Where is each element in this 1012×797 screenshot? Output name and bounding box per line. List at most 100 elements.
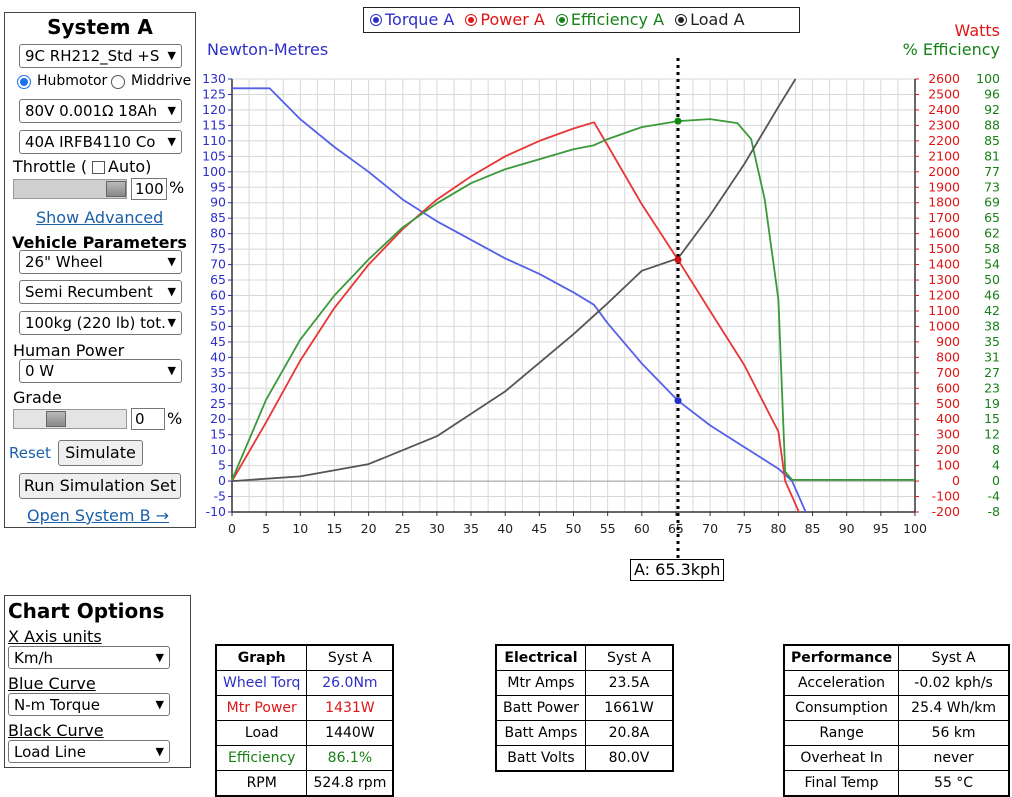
table-row: RPM 524.8 rpm (215, 770, 394, 797)
y-tick-label-left: 85 (210, 210, 226, 225)
y-tick-label-watts: 1100 (928, 303, 960, 318)
y-tick-label-watts: 2100 (928, 148, 960, 163)
x-tick-label: 90 (839, 521, 855, 536)
table-header-row: Electrical Syst A (495, 644, 674, 671)
table-row: Mtr Power 1431W (215, 695, 394, 721)
table-row: Wheel Torq 26.0Nm (215, 670, 394, 696)
blue-curve-select[interactable]: N-m Torque ▼ (8, 693, 170, 716)
y-tick-label-left: 120 (202, 102, 226, 117)
y-tick-label-left: 70 (210, 257, 226, 272)
black-curve-value: Load Line (14, 743, 87, 761)
y-tick-label-watts: 2300 (928, 117, 960, 132)
x-axis-units-select[interactable]: Km/h ▼ (8, 646, 170, 669)
y-tick-label-efficiency: 77 (984, 164, 1000, 179)
table-cell-value: 20.8A (584, 720, 674, 746)
table-row: Efficiency 86.1% (215, 745, 394, 771)
table-row: Mtr Amps 23.5A (495, 670, 674, 696)
marker-dot (674, 397, 682, 405)
table-cell-label: Batt Power (495, 695, 586, 721)
table-header-row: Graph Syst A (215, 644, 394, 671)
y-tick-label-watts: 1300 (928, 272, 960, 287)
y-tick-label-efficiency: 62 (984, 226, 1000, 241)
y-tick-label-efficiency: -4 (988, 489, 1001, 504)
x-tick-label: 60 (634, 521, 650, 536)
y-tick-label-watts: 1000 (928, 318, 960, 333)
y-tick-label-left: 15 (210, 427, 226, 442)
x-tick-label: 55 (600, 521, 616, 536)
x-axis-units-value: Km/h (14, 649, 54, 667)
y-tick-label-efficiency: 85 (984, 133, 1000, 148)
y-tick-label-efficiency: 92 (984, 102, 1000, 117)
table-cell-value: 1440W (306, 720, 394, 746)
y-tick-label-left: 75 (210, 241, 226, 256)
y-tick-label-left: 125 (202, 86, 226, 101)
y-tick-label-left: 65 (210, 272, 226, 287)
chevron-down-icon: ▼ (155, 651, 164, 664)
table-header-row: Performance Syst A (783, 644, 1010, 671)
y-tick-label-efficiency: 4 (992, 458, 1000, 473)
x-tick-label: 35 (463, 521, 479, 536)
y-tick-label-efficiency: 69 (984, 195, 1000, 210)
table-cell-value: 524.8 rpm (306, 770, 394, 797)
y-tick-label-left: 0 (218, 473, 226, 488)
y-tick-label-watts: 900 (936, 334, 960, 349)
table-cell-label: Mtr Amps (495, 670, 586, 696)
y-tick-label-watts: 2200 (928, 133, 960, 148)
y-tick-label-efficiency: 35 (984, 334, 1000, 349)
y-tick-label-left: 100 (202, 164, 226, 179)
x-tick-label: 75 (736, 521, 752, 536)
x-tick-label: 20 (361, 521, 377, 536)
x-tick-label: 30 (429, 521, 445, 536)
table-header: Syst A (306, 644, 394, 671)
table-cell-label: Wheel Torq (215, 670, 308, 696)
y-tick-label-efficiency: 88 (984, 117, 1000, 132)
y-tick-label-efficiency: 100 (976, 71, 1000, 86)
x-tick-label: 80 (770, 521, 786, 536)
x-tick-label: 0 (228, 521, 236, 536)
y-tick-label-efficiency: 65 (984, 210, 1000, 225)
x-tick-label: 10 (292, 521, 308, 536)
y-tick-label-watts: 800 (936, 349, 960, 364)
x-tick-label: 70 (702, 521, 718, 536)
y-tick-label-left: 90 (210, 195, 226, 210)
y-tick-label-left: 25 (210, 396, 226, 411)
y-tick-label-efficiency: 73 (984, 179, 1000, 194)
table-header: Syst A (898, 644, 1010, 671)
black-curve-select[interactable]: Load Line ▼ (8, 740, 170, 763)
y-tick-label-efficiency: 50 (984, 272, 1000, 287)
table-header: Graph (215, 644, 308, 671)
chart-options-title: Chart Options (8, 599, 165, 623)
table-cell-label: Mtr Power (215, 695, 308, 721)
y-tick-label-watts: -200 (932, 504, 960, 519)
table-cell-label: Overheat In (783, 745, 900, 771)
y-tick-label-efficiency: 31 (984, 349, 1000, 364)
y-tick-label-efficiency: 8 (992, 442, 1000, 457)
torque-line (232, 87, 807, 513)
y-tick-label-watts: 1800 (928, 195, 960, 210)
y-tick-label-left: 130 (202, 71, 226, 86)
table-cell-value: 1431W (306, 695, 394, 721)
marker-dot (674, 117, 682, 125)
table-header: Performance (783, 644, 900, 671)
y-tick-label-efficiency: 0 (992, 473, 1000, 488)
performance-chart[interactable]: 1301251201151101051009590858075706560555… (0, 0, 1012, 560)
blue-curve-label: Blue Curve (8, 674, 96, 693)
table-cell-label: Efficiency (215, 745, 308, 771)
table-cell-value: 23.5A (584, 670, 674, 696)
y-tick-label-efficiency: 81 (984, 148, 1000, 163)
marker-dot (674, 256, 682, 264)
y-tick-label-left: 115 (202, 117, 226, 132)
y-tick-label-left: 5 (218, 458, 226, 473)
y-tick-label-efficiency: 15 (984, 411, 1000, 426)
y-tick-label-watts: -100 (932, 489, 960, 504)
table-cell-value: 86.1% (306, 745, 394, 771)
table-header: Electrical (495, 644, 586, 671)
table-cell-label: Final Temp (783, 770, 900, 797)
y-tick-label-efficiency: 19 (984, 396, 1000, 411)
y-tick-label-left: 40 (210, 349, 226, 364)
table-cell-label: RPM (215, 770, 308, 797)
y-tick-label-left: 30 (210, 380, 226, 395)
y-tick-label-efficiency: 58 (984, 241, 1000, 256)
x-tick-label: 15 (326, 521, 342, 536)
y-tick-label-watts: 100 (936, 458, 960, 473)
